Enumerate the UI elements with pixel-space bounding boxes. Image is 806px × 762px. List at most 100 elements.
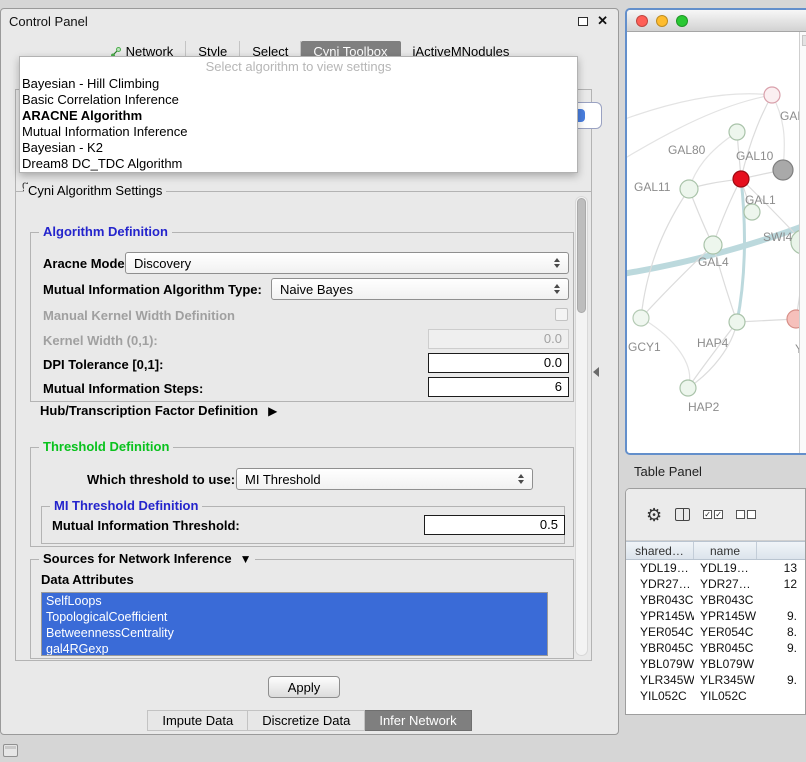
close-icon[interactable]: ✕ [597,15,608,27]
mi-algorithm-type-value: Naive Bayes [280,282,353,297]
algorithm-option-dream8-dc-tdc-algorithm[interactable]: Dream8 DC_TDC Algorithm [20,156,577,172]
network-window-titlebar[interactable] [627,10,806,32]
node-label-gal11: GAL11 [634,180,671,194]
deselect-all-icon[interactable] [736,510,756,519]
table-row[interactable]: YBR045CYBR045C9. [626,640,805,656]
bottom-tabs: Impute DataDiscretize DataInfer Network [1,710,618,731]
minimized-panel-icon[interactable] [3,744,18,757]
table-row[interactable]: YDL19…YDL19…13 [626,560,805,576]
network-node[interactable] [733,171,749,187]
network-node[interactable] [764,87,780,103]
columns-icon[interactable] [675,508,690,521]
dpi-tolerance-field[interactable]: 0.0 [428,353,569,373]
scrollbar-thumb[interactable] [577,198,586,313]
network-node[interactable] [729,314,745,330]
algorithm-option-mutual-information-inference[interactable]: Mutual Information Inference [20,124,577,140]
table-cell: YBR043C [626,593,694,607]
select-all-icon[interactable]: ✓ ✓ [703,510,723,519]
close-traffic-light[interactable] [636,15,648,27]
kernel-width-field: 0.0 [428,329,569,349]
hub-section-toggle[interactable]: Hub/Transcription Factor Definition ▶ [40,403,277,418]
network-node[interactable] [633,310,649,326]
tab-impute-data[interactable]: Impute Data [147,710,248,731]
tab-discretize-data[interactable]: Discretize Data [248,710,365,731]
gear-icon[interactable]: ⚙ [646,506,662,524]
tab-infer-network[interactable]: Infer Network [365,710,471,731]
empty-box-icon [747,510,756,519]
desktop: Control Panel ✕ NetworkStyleSelectCyni T… [0,0,806,762]
table-cell: YBR045C [694,641,757,655]
network-edge [741,95,772,179]
window-buttons: ✕ [578,15,608,27]
network-node[interactable] [704,236,722,254]
algorithm-definition-title: Algorithm Definition [39,225,172,239]
column-header-1: name [694,542,757,559]
algorithm-option-bayesian-hill-climbing[interactable]: Bayesian - Hill Climbing [20,76,577,92]
table-cell: YDL19… [694,561,757,575]
mi-algorithm-type-select[interactable]: Naive Bayes [271,278,569,300]
panel-collapse-arrow[interactable] [593,367,599,377]
manual-kernel-checkbox [555,308,568,321]
mi-threshold-field[interactable]: 0.5 [424,515,565,535]
node-label-gal10: GAL10 [736,149,774,163]
algorithm-option-bayesian-k2[interactable]: Bayesian - K2 [20,140,577,156]
table-cell: YER054C [694,625,757,639]
node-label-gal4: GAL4 [698,255,729,269]
network-edge [641,189,689,318]
minimize-traffic-light[interactable] [656,15,668,27]
node-label-gal80: GAL80 [668,143,706,157]
checked-box-icon: ✓ [703,510,712,519]
network-node[interactable] [773,160,793,180]
control-panel-window: Control Panel ✕ NetworkStyleSelectCyni T… [0,8,619,735]
which-threshold-label: Which threshold to use: [87,472,235,487]
zoom-traffic-light[interactable] [676,15,688,27]
algorithm-option-basic-correlation-inference[interactable]: Basic Correlation Inference [20,92,577,108]
node-label-hap4: HAP4 [697,336,729,350]
table-row[interactable]: YLR345WYLR345W9. [626,672,805,688]
table-row[interactable]: YER054CYER054C8. [626,624,805,640]
node-label-gcy1: GCY1 [628,340,661,354]
network-edge [772,95,784,170]
kernel-width-label: Kernel Width (0,1): [43,333,158,348]
table-cell: 12 [757,577,805,591]
table-row[interactable]: YBL079WYBL079W [626,656,805,672]
apply-button[interactable]: Apply [268,676,340,698]
data-attributes-list: SelfLoopsTopologicalCoefficientBetweenne… [41,592,548,656]
algorithm-option-aracne-algorithm[interactable]: ARACNE Algorithm [20,108,577,124]
mi-threshold-label: Mutual Information Threshold: [52,518,240,533]
control-panel-titlebar: Control Panel ✕ [1,9,618,35]
which-threshold-select[interactable]: MI Threshold [236,468,533,490]
table-cell: YIL052C [626,689,694,703]
aracne-mode-label: Aracne Mode: [43,256,129,271]
network-node[interactable] [680,380,696,396]
table-row[interactable]: YDR27…YDR27…12 [626,576,805,592]
attribute-item-selfloops[interactable]: SelfLoops [42,593,547,609]
mi-steps-field[interactable]: 6 [428,377,569,397]
attribute-item-gal4rgexp[interactable]: gal4RGexp [42,641,547,656]
table-cell: YPR145W [626,609,694,623]
attribute-item-betweennesscentrality[interactable]: BetweennessCentrality [42,625,547,641]
settings-scrollbar[interactable] [575,196,588,656]
hub-section-label: Hub/Transcription Factor Definition [40,403,258,418]
columns-icon-shape [675,508,690,521]
float-icon[interactable] [578,17,588,26]
table-row[interactable]: YIL052CYIL052C [626,688,805,704]
table-row[interactable]: YPR145WYPR145W9. [626,608,805,624]
network-canvas[interactable]: GAL8GAL80GAL10GAL11GAL1SWI4GAL4GCY1HAP4H… [627,32,806,453]
network-scrollbar[interactable] [799,32,806,453]
sources-section-toggle[interactable]: Sources for Network Inference ▼ [39,552,255,566]
empty-box-icon [736,510,745,519]
table-cell: YBR045C [626,641,694,655]
table-header: shared…name [626,541,805,560]
algorithm-definition-group: Algorithm Definition Aracne Mode: Discov… [30,232,574,402]
table-cell: 9. [757,641,805,655]
network-node[interactable] [680,180,698,198]
mi-threshold-group-title: MI Threshold Definition [50,499,202,513]
combo-arrows-icon [554,284,560,294]
network-node[interactable] [729,124,745,140]
aracne-mode-select[interactable]: Discovery [125,252,569,274]
table-cell: 13 [757,561,805,575]
table-row[interactable]: YBR043CYBR043C [626,592,805,608]
attribute-item-topologicalcoefficient[interactable]: TopologicalCoefficient [42,609,547,625]
dropdown-items: Bayesian - Hill ClimbingBasic Correlatio… [20,76,577,172]
